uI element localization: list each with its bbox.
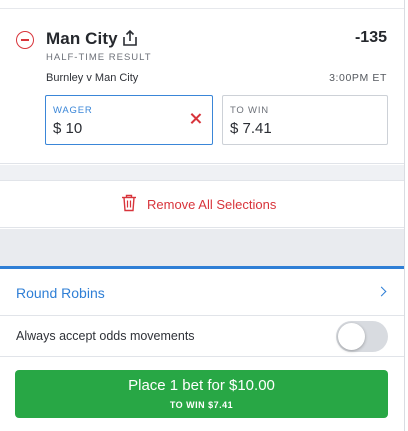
trash-icon (122, 194, 136, 212)
round-robins-row[interactable]: Round Robins (0, 269, 404, 316)
odds-movement-label: Always accept odds movements (16, 329, 195, 343)
share-icon[interactable] (120, 28, 140, 48)
bet-selection-card: Man City -135 HALF-TIME RESULT Burnley v… (0, 0, 404, 164)
section-gap (0, 229, 404, 266)
odds-movement-row: Always accept odds movements (0, 317, 404, 357)
selection-match: Burnley v Man City (46, 72, 139, 84)
remove-selection-icon[interactable] (16, 31, 34, 49)
place-bet-button[interactable]: Place 1 bet for $10.00 TO WIN $7.41 (15, 370, 388, 418)
selection-odds: -135 (354, 29, 387, 46)
wager-field[interactable]: WAGER $ 10 (45, 95, 213, 145)
wager-label: WAGER (53, 105, 93, 116)
to-win-label: TO WIN (230, 105, 269, 116)
place-bet-to-win: TO WIN $7.41 (169, 400, 234, 410)
remove-all-label: Remove All Selections (147, 197, 277, 212)
close-icon[interactable] (190, 113, 202, 125)
bet-slip-panel: Man City -135 HALF-TIME RESULT Burnley v… (0, 0, 404, 431)
remove-all-selections-button[interactable]: Remove All Selections (0, 181, 404, 228)
round-robins-label: Round Robins (16, 285, 105, 301)
chevron-right-icon (376, 286, 387, 297)
selection-team: Man City (46, 29, 118, 48)
selection-time: 3:00PM ET (329, 72, 387, 84)
selection-market: HALF-TIME RESULT (46, 52, 152, 63)
to-win-value: $ 7.41 (230, 120, 272, 137)
divider (0, 8, 404, 9)
toggle-knob (338, 323, 365, 350)
to-win-field: TO WIN $ 7.41 (222, 95, 388, 145)
panel-border (404, 0, 405, 431)
place-bet-label: Place 1 bet for $10.00 (128, 377, 275, 394)
odds-movement-toggle[interactable] (336, 321, 388, 352)
section-gap (0, 165, 404, 181)
wager-value[interactable]: $ 10 (53, 120, 82, 137)
